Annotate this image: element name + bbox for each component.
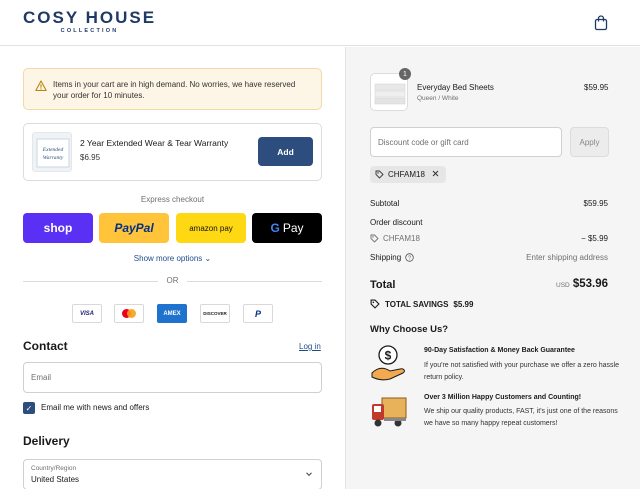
savings-value: $5.99 bbox=[453, 299, 474, 309]
delivery-truck-icon bbox=[372, 397, 407, 427]
product-price: $59.95 bbox=[584, 83, 609, 92]
paypal-label: PayPal bbox=[114, 221, 154, 235]
close-icon[interactable] bbox=[431, 169, 440, 178]
discount-value: − $5.99 bbox=[581, 234, 608, 243]
total-savings: TOTAL SAVINGS $5.99 bbox=[370, 299, 473, 309]
apply-discount-button[interactable]: Apply bbox=[570, 127, 609, 157]
warranty-image: Extended Warranty bbox=[32, 132, 72, 172]
shop-pay-button[interactable]: shop bbox=[23, 213, 93, 243]
benefit-text: We ship our quality products, FAST, it's… bbox=[424, 408, 618, 427]
mastercard-icon bbox=[114, 304, 144, 323]
shipping-row: Shipping ? bbox=[370, 253, 414, 262]
delivery-heading: Delivery bbox=[23, 434, 70, 448]
warranty-title: 2 Year Extended Wear & Tear Warranty bbox=[80, 138, 229, 148]
brand-logo[interactable]: COSY HOUSE COLLECTION bbox=[23, 8, 157, 35]
paypal-card-icon: P bbox=[243, 304, 273, 323]
brand-name: COSY HOUSE bbox=[23, 8, 157, 27]
express-checkout-label: Express checkout bbox=[140, 195, 205, 204]
paypal-button[interactable]: PayPal bbox=[99, 213, 169, 243]
warranty-upsell: Extended Warranty 2 Year Extended Wear &… bbox=[23, 123, 322, 181]
or-divider: OR bbox=[23, 275, 322, 287]
total-label: Total bbox=[370, 279, 396, 291]
discount-code-field[interactable]: Discount code or gift card bbox=[370, 127, 562, 157]
shipping-value: Enter shipping address bbox=[526, 253, 608, 262]
benefit-title: Over 3 Million Happy Customers and Count… bbox=[424, 394, 582, 401]
help-circle-icon[interactable]: ? bbox=[405, 253, 414, 262]
demand-notice: Items in your cart are in high demand. N… bbox=[23, 68, 322, 110]
more-options-label: Show more options bbox=[133, 254, 203, 263]
savings-label: TOTAL SAVINGS bbox=[385, 299, 449, 309]
newsletter-label: Email me with news and offers bbox=[41, 403, 150, 412]
svg-text:$: $ bbox=[385, 349, 392, 363]
warranty-price: $6.95 bbox=[80, 153, 101, 162]
google-pay-button[interactable]: G Pay bbox=[252, 213, 322, 243]
checkmark-icon: ✓ bbox=[25, 403, 33, 413]
tag-icon bbox=[370, 299, 380, 309]
benefit-text: If you're not satisfied with your purcha… bbox=[424, 362, 619, 381]
mastercard-logo-icon bbox=[122, 309, 136, 318]
login-link[interactable]: Log in bbox=[299, 342, 321, 351]
email-field[interactable]: Email bbox=[23, 362, 322, 393]
currency-code: USD bbox=[556, 282, 570, 289]
country-select[interactable]: Country/Region United States bbox=[23, 459, 322, 489]
tag-icon bbox=[370, 234, 379, 243]
show-more-options-link[interactable]: Show more options ⌄ bbox=[23, 254, 322, 263]
benefit-title: 90-Day Satisfaction & Money Back Guarant… bbox=[424, 347, 575, 354]
applied-code-label: CHFAM18 bbox=[388, 170, 425, 179]
quantity-badge: 1 bbox=[399, 68, 411, 80]
amazon-pay-button[interactable]: amazon pay bbox=[176, 213, 246, 243]
notice-text: Items in your cart are in high demand. N… bbox=[53, 80, 296, 100]
amex-card-icon: AMEX bbox=[157, 304, 187, 323]
newsletter-checkbox[interactable]: ✓ bbox=[23, 402, 35, 414]
product-name: Everyday Bed Sheets bbox=[417, 83, 494, 92]
discount-code-label: CHFAM18 bbox=[383, 234, 420, 243]
tag-icon bbox=[375, 170, 384, 179]
total-value: $53.96 bbox=[572, 278, 608, 290]
shopping-bag-icon[interactable] bbox=[594, 15, 608, 31]
discount-code-row: CHFAM18 bbox=[370, 234, 420, 243]
subtotal-value: $59.95 bbox=[583, 199, 608, 208]
visa-card-icon: VISA bbox=[72, 304, 102, 323]
google-g-icon: G bbox=[270, 221, 280, 235]
warning-icon bbox=[35, 80, 47, 92]
product-variant: Queen / White bbox=[417, 95, 459, 102]
google-pay-label: Pay bbox=[282, 221, 304, 235]
why-choose-heading: Why Choose Us? bbox=[370, 324, 449, 335]
shipping-label: Shipping bbox=[370, 253, 402, 262]
money-back-hand-icon: $ bbox=[371, 345, 405, 381]
applied-code-tag: CHFAM18 bbox=[370, 166, 446, 183]
order-summary: 1 Everyday Bed Sheets Queen / White $59.… bbox=[345, 47, 640, 489]
country-value: United States bbox=[31, 475, 80, 484]
svg-text:Warranty: Warranty bbox=[43, 155, 64, 161]
site-header: COSY HOUSE COLLECTION bbox=[0, 0, 640, 46]
order-discount-label: Order discount bbox=[370, 218, 423, 227]
or-label: OR bbox=[166, 276, 179, 285]
warranty-badge-icon: Extended Warranty bbox=[36, 138, 70, 168]
add-warranty-button[interactable]: Add bbox=[258, 137, 313, 166]
chevron-down-icon bbox=[306, 472, 312, 477]
discover-card-icon: DISCOVER bbox=[200, 304, 230, 323]
svg-text:Extended: Extended bbox=[42, 147, 64, 153]
checkout-main: Items in your cart are in high demand. N… bbox=[0, 47, 345, 489]
chevron-down-icon: ⌄ bbox=[204, 254, 212, 263]
contact-heading: Contact bbox=[23, 339, 68, 353]
brand-subtitle: COLLECTION bbox=[60, 28, 119, 34]
subtotal-label: Subtotal bbox=[370, 199, 400, 208]
paypal-p-icon: P bbox=[254, 308, 261, 319]
svg-text:?: ? bbox=[408, 255, 411, 261]
country-label: Country/Region bbox=[31, 465, 77, 472]
